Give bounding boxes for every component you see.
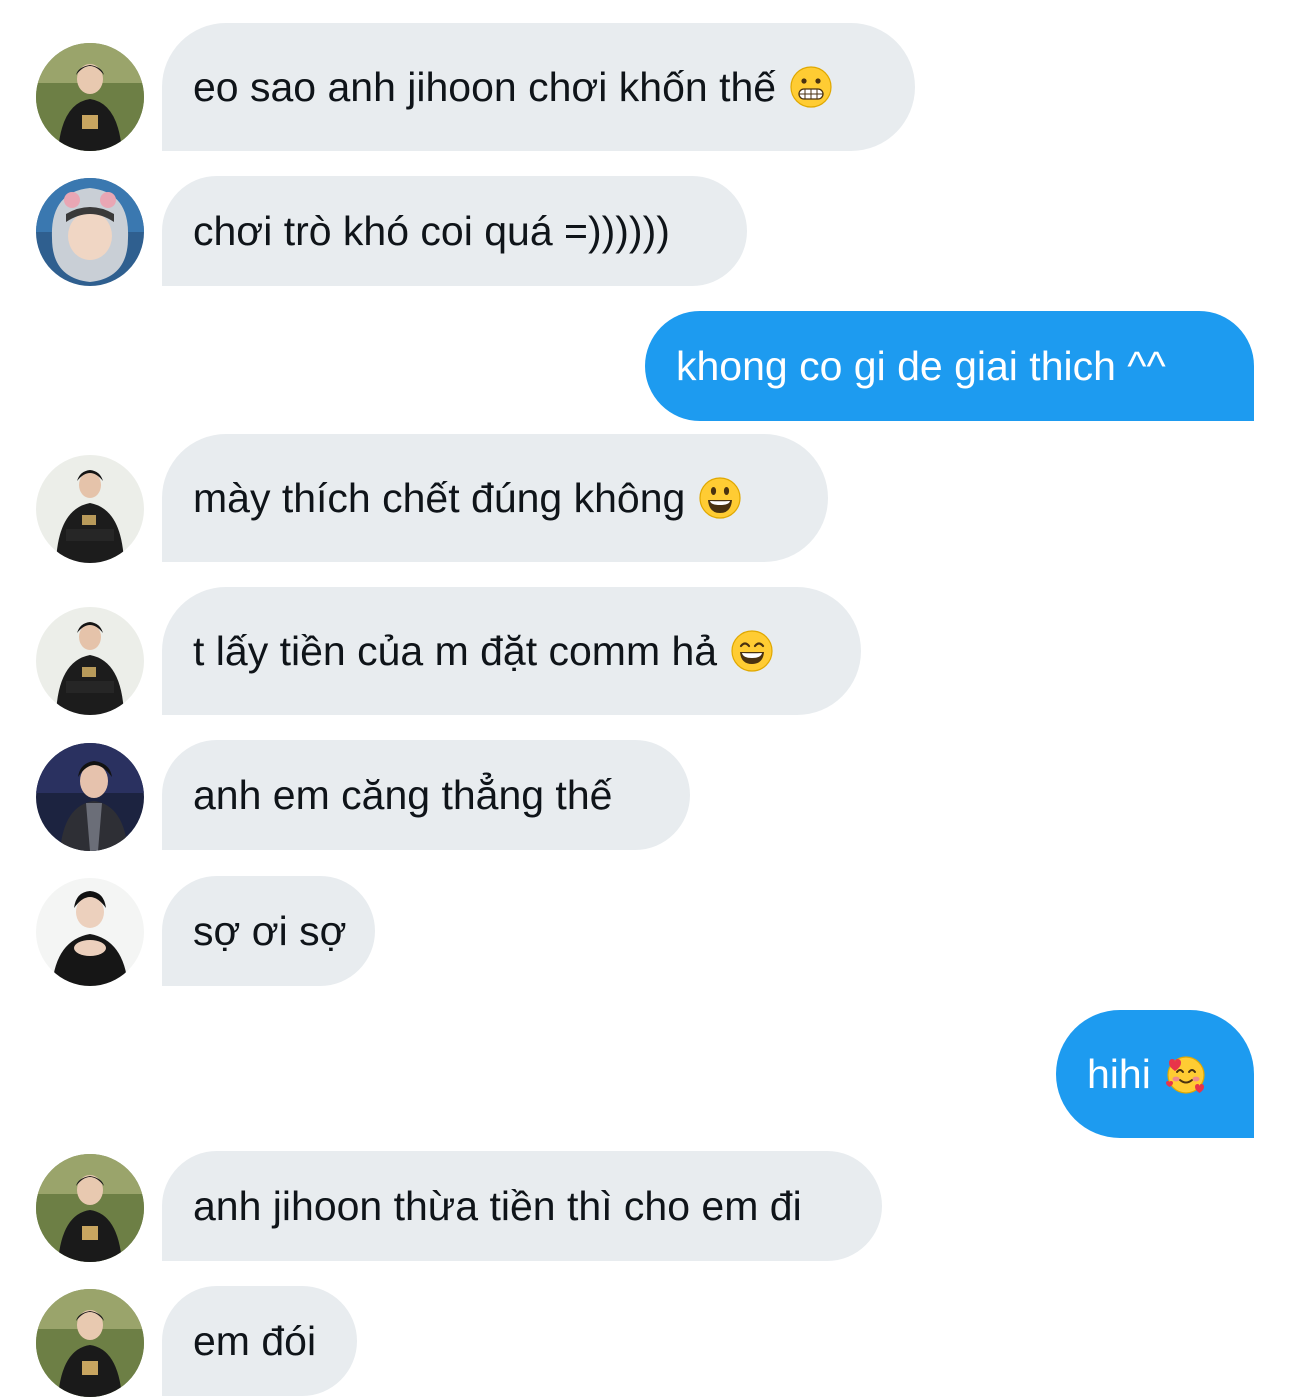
message-text: sợ ơi sợ xyxy=(193,908,347,954)
message-bubble-incoming[interactable]: t lấy tiền của m đặt comm hả xyxy=(162,587,861,715)
grimacing-face-icon xyxy=(790,66,832,108)
message-text: mày thích chết đúng không xyxy=(193,475,686,521)
message-text: khong co gi de giai thich ^^ xyxy=(676,343,1166,389)
grinning-face-icon xyxy=(699,477,741,519)
message-bubble-incoming[interactable]: em đói xyxy=(162,1286,357,1396)
message-bubble-incoming[interactable]: mày thích chết đúng không xyxy=(162,434,828,562)
avatar[interactable] xyxy=(36,743,144,851)
avatar[interactable] xyxy=(36,1289,144,1397)
message-text: em đói xyxy=(193,1318,317,1364)
message-bubble-incoming[interactable]: sợ ơi sợ xyxy=(162,876,375,986)
message-text: eo sao anh jihoon chơi khốn thế xyxy=(193,64,777,110)
avatar[interactable] xyxy=(36,178,144,286)
message-bubble-incoming[interactable]: anh jihoon thừa tiền thì cho em đi xyxy=(162,1151,882,1261)
message-bubble-incoming[interactable]: eo sao anh jihoon chơi khốn thế xyxy=(162,23,915,151)
message-text: t lấy tiền của m đặt comm hả xyxy=(193,628,718,674)
avatar[interactable] xyxy=(36,607,144,715)
message-text: anh em căng thẳng thế xyxy=(193,772,613,818)
beaming-face-icon xyxy=(731,630,773,672)
message-bubble-outgoing[interactable]: hihi xyxy=(1056,1010,1254,1138)
avatar[interactable] xyxy=(36,43,144,151)
message-bubble-incoming[interactable]: chơi trò khó coi quá =)))))) xyxy=(162,176,747,286)
message-text: anh jihoon thừa tiền thì cho em đi xyxy=(193,1183,802,1229)
message-bubble-outgoing[interactable]: khong co gi de giai thich ^^ xyxy=(645,311,1254,421)
smiling-face-with-hearts-icon xyxy=(1165,1053,1207,1095)
message-text: chơi trò khó coi quá =)))))) xyxy=(193,208,670,254)
avatar[interactable] xyxy=(36,878,144,986)
avatar[interactable] xyxy=(36,1154,144,1262)
message-bubble-incoming[interactable]: anh em căng thẳng thế xyxy=(162,740,690,850)
avatar[interactable] xyxy=(36,455,144,563)
message-text: hihi xyxy=(1087,1051,1151,1097)
conversation-thread: eo sao anh jihoon chơi khốn thế chơi trò… xyxy=(0,0,1290,1399)
